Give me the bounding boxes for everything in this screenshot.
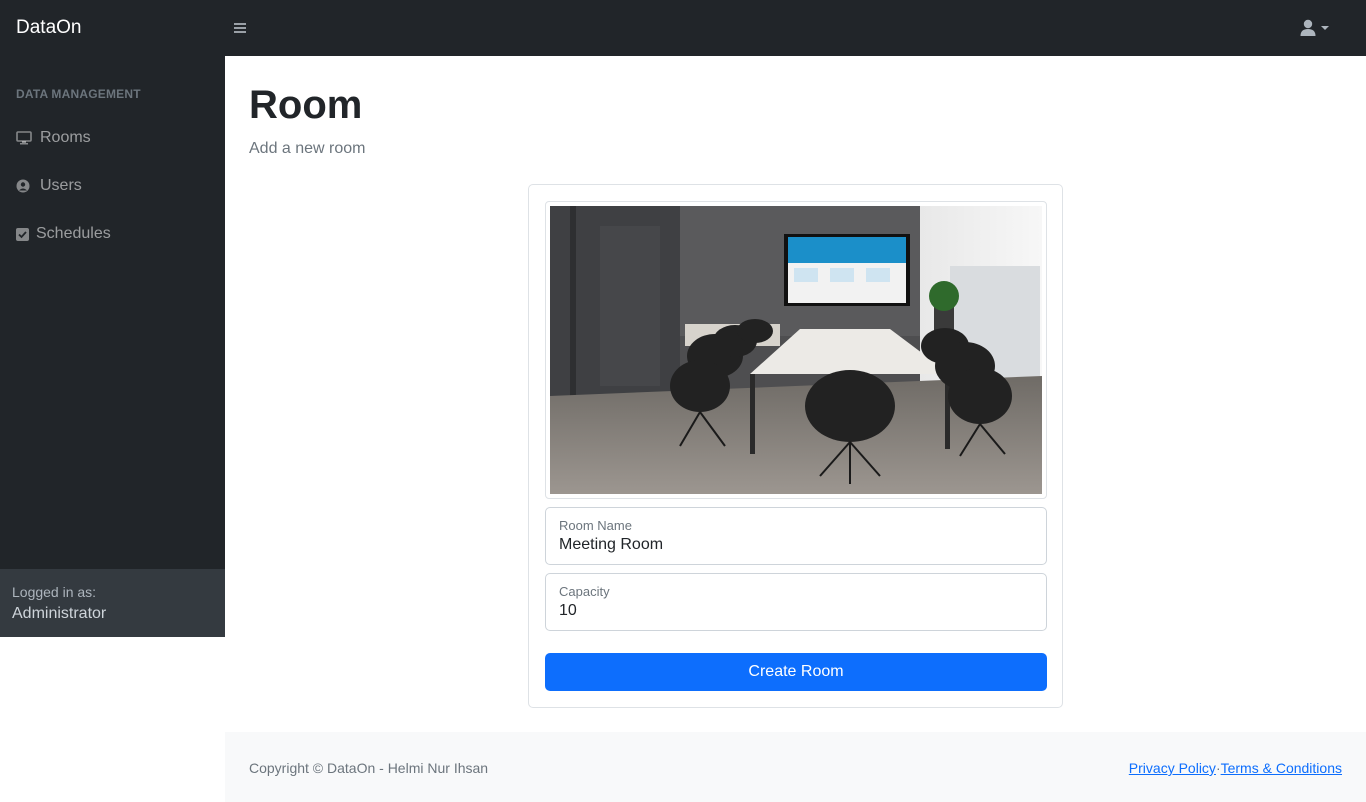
sidebar-item-schedules[interactable]: Schedules xyxy=(16,222,111,246)
page-subtitle: Add a new room xyxy=(249,140,366,157)
sidebar-heading: DATA MANAGEMENT xyxy=(16,87,141,101)
sidebar-item-label: Schedules xyxy=(36,225,111,242)
sidebar-item-label: Rooms xyxy=(40,129,91,146)
room-image-preview[interactable] xyxy=(545,201,1047,499)
sidebar-toggle-button[interactable] xyxy=(230,18,250,38)
checkbox-icon xyxy=(16,227,29,241)
capacity-field[interactable]: Capacity xyxy=(545,573,1047,631)
room-photo xyxy=(550,206,1042,494)
page-title: Room xyxy=(249,83,363,127)
footer-links: Privacy Policy·Terms & Conditions xyxy=(1129,760,1342,776)
logged-in-user: Administrator xyxy=(12,605,107,622)
brand-logo[interactable]: DataOn xyxy=(16,17,81,39)
terms-link[interactable]: Terms & Conditions xyxy=(1221,760,1342,776)
user-menu-button[interactable] xyxy=(1300,18,1336,40)
hamburger-icon xyxy=(234,23,246,25)
desktop-icon xyxy=(16,131,32,145)
hamburger-line xyxy=(234,31,246,33)
room-name-field[interactable]: Room Name xyxy=(545,507,1047,565)
sidebar-footer: Logged in as: Administrator xyxy=(0,569,225,637)
logged-in-label: Logged in as: xyxy=(12,584,97,600)
copyright-text: Copyright © DataOn - Helmi Nur Ihsan xyxy=(249,760,489,776)
room-form-card: Room Name Capacity Create Room xyxy=(528,184,1063,708)
room-name-input[interactable] xyxy=(559,536,1029,554)
user-circle-icon xyxy=(16,179,30,193)
create-room-button[interactable]: Create Room xyxy=(545,653,1047,691)
hamburger-line xyxy=(234,27,246,29)
top-navbar: DataOn xyxy=(0,0,1366,56)
capacity-label: Capacity xyxy=(559,584,610,599)
privacy-policy-link[interactable]: Privacy Policy xyxy=(1129,760,1216,776)
sidebar: DATA MANAGEMENT Rooms Users Schedules Lo… xyxy=(0,56,225,637)
page-footer: Copyright © DataOn - Helmi Nur Ihsan Pri… xyxy=(225,732,1366,802)
capacity-input[interactable] xyxy=(559,602,1029,620)
chevron-down-icon xyxy=(1321,26,1329,30)
user-icon xyxy=(1300,19,1329,36)
sidebar-item-label: Users xyxy=(40,177,82,194)
room-name-label: Room Name xyxy=(559,518,632,533)
sidebar-item-rooms[interactable]: Rooms xyxy=(16,126,91,150)
sidebar-item-users[interactable]: Users xyxy=(16,174,82,198)
